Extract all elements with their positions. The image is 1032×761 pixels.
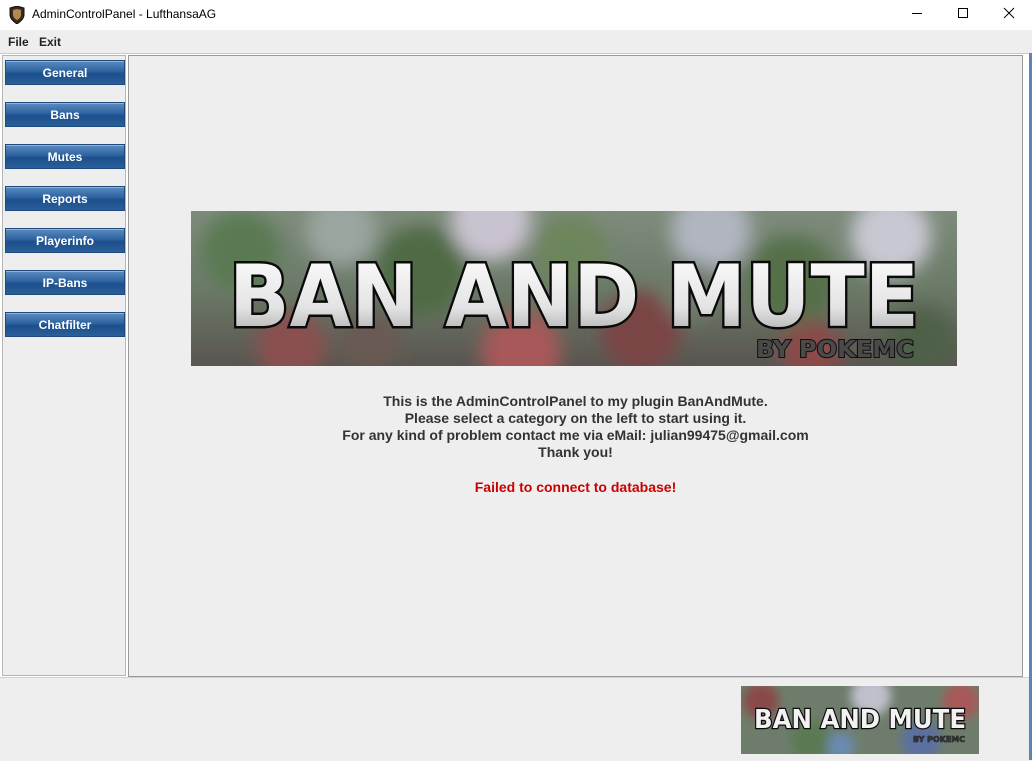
sidebar-item-label: Chatfilter bbox=[38, 317, 92, 332]
small-logo-title: BAN AND MUTE bbox=[754, 705, 966, 735]
sidebar-item-label: Bans bbox=[50, 107, 80, 122]
sidebar-item-ip-bans[interactable]: IP-Bans bbox=[5, 270, 125, 295]
sidebar-item-label: General bbox=[42, 65, 88, 80]
sidebar: General Bans Mutes Reports Playerinfo IP… bbox=[2, 55, 126, 676]
title-bar: AdminControlPanel - LufthansaAG bbox=[0, 0, 1032, 30]
sidebar-item-mutes[interactable]: Mutes bbox=[5, 144, 125, 169]
info-text: This is the AdminControlPanel to my plug… bbox=[129, 393, 1022, 461]
sidebar-item-label: IP-Bans bbox=[42, 275, 88, 290]
maximize-icon bbox=[957, 6, 969, 24]
info-line: Thank you! bbox=[538, 444, 613, 460]
sidebar-item-playerinfo[interactable]: Playerinfo bbox=[5, 228, 125, 253]
menu-bar: File Exit bbox=[0, 30, 1032, 54]
sidebar-item-label: Reports bbox=[42, 191, 88, 206]
menu-exit[interactable]: Exit bbox=[39, 35, 61, 49]
sidebar-item-reports[interactable]: Reports bbox=[5, 186, 125, 211]
small-logo-subtitle: BY POKEMC bbox=[913, 735, 965, 744]
minimize-button[interactable] bbox=[894, 0, 940, 30]
info-line: This is the AdminControlPanel to my plug… bbox=[383, 393, 768, 409]
banner-title: BAN AND MUTE bbox=[229, 247, 919, 347]
sidebar-item-general[interactable]: General bbox=[5, 60, 125, 85]
small-ban-and-mute-logo: BAN AND MUTE BY POKEMC bbox=[741, 686, 979, 754]
sidebar-item-chatfilter[interactable]: Chatfilter bbox=[5, 312, 125, 337]
minimize-icon bbox=[911, 6, 923, 24]
close-button[interactable] bbox=[986, 0, 1032, 30]
database-error-message: Failed to connect to database! bbox=[474, 479, 677, 495]
info-line: Please select a category on the left to … bbox=[404, 410, 747, 426]
info-line: For any kind of problem contact me via e… bbox=[342, 427, 809, 443]
window-title: AdminControlPanel - LufthansaAG bbox=[32, 7, 217, 21]
banner-subtitle: BY POKEMC bbox=[756, 337, 914, 363]
sidebar-item-bans[interactable]: Bans bbox=[5, 102, 125, 127]
sidebar-item-label: Mutes bbox=[47, 149, 83, 164]
menu-file[interactable]: File bbox=[8, 35, 29, 49]
bottom-bar: BAN AND MUTE BY POKEMC bbox=[0, 677, 1032, 761]
ban-and-mute-banner: BAN AND MUTE BY POKEMC bbox=[191, 211, 957, 366]
app-shield-icon bbox=[9, 5, 25, 25]
sidebar-item-label: Playerinfo bbox=[35, 233, 95, 248]
close-icon bbox=[1003, 6, 1015, 24]
maximize-button[interactable] bbox=[940, 0, 986, 30]
main-panel: BAN AND MUTE BY POKEMC This is the Admin… bbox=[128, 55, 1023, 677]
